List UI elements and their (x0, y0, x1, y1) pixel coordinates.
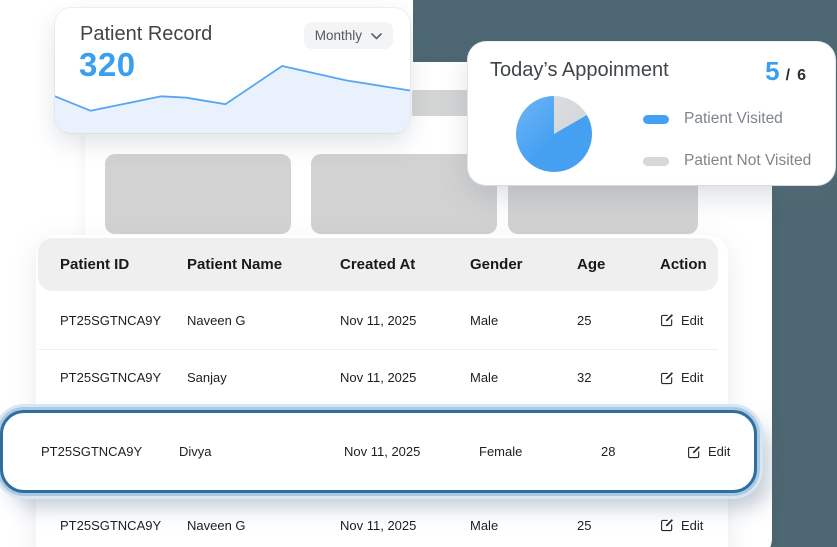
table-row[interactable]: PT25SGTNCA9Y Sanjay Nov 11, 2025 Male 32 Edi… (38, 349, 718, 405)
cell-patient-id: PT25SGTNCA9Y (60, 312, 162, 328)
edit-button[interactable]: Edit (660, 370, 703, 385)
cell-gender: Male (470, 312, 499, 328)
appointment-card: Today’s Appoinment 5 / 6 Patient Visited… (468, 42, 835, 185)
table-row-highlighted[interactable]: PT25SGTNCA9Y Divya Nov 11, 2025 Female 28 Ed… (0, 410, 757, 493)
edit-icon (661, 371, 673, 384)
placeholder-bar (412, 90, 468, 116)
cell-age: 32 (577, 370, 592, 385)
edit-button[interactable]: Edit (687, 444, 730, 459)
cell-patient-id: PT25SGTNCA9Y (41, 444, 143, 459)
cell-created-at: Nov 11, 2025 (344, 444, 421, 459)
cell-age: 25 (577, 517, 592, 533)
pie-legend: Patient Visited Patient Not Visited (643, 110, 811, 170)
column-header-patient-id: Patient ID (60, 256, 130, 273)
cell-created-at: Nov 11, 2025 (340, 517, 417, 533)
legend-label: Patient Visited (684, 110, 783, 127)
cell-age: 28 (601, 444, 616, 459)
patients-table: Patient ID Patient Name Created At Gende… (36, 235, 728, 547)
edit-label: Edit (681, 517, 704, 533)
dashboard-illustration: Patient Record 320 Monthly Today’s Appoi… (0, 0, 837, 547)
edit-label: Edit (708, 444, 731, 459)
placeholder-block (105, 154, 291, 234)
cell-gender: Male (470, 517, 499, 533)
period-select[interactable]: Monthly (303, 22, 393, 49)
cell-created-at: Nov 11, 2025 (340, 312, 417, 328)
cell-created-at: Nov 11, 2025 (340, 370, 417, 385)
patient-record-sparkline (55, 65, 410, 133)
legend-label: Patient Not Visited (684, 152, 812, 169)
cell-patient-id: PT25SGTNCA9Y (60, 517, 162, 533)
legend-item-not-visited: Patient Not Visited (643, 152, 811, 170)
column-header-action: Action (660, 256, 707, 273)
appointment-title: Today’s Appoinment (490, 59, 669, 81)
edit-icon (661, 519, 673, 532)
visited-count: 5 (765, 56, 780, 86)
cell-age: 25 (577, 312, 592, 328)
cell-patient-name: Naveen G (187, 312, 246, 328)
legend-swatch-not-visited (643, 156, 669, 166)
legend-item-visited: Patient Visited (643, 110, 811, 128)
edit-button[interactable]: Edit (660, 518, 703, 533)
column-header-gender: Gender (470, 256, 523, 273)
cell-patient-name: Naveen G (187, 517, 246, 533)
table-header: Patient ID Patient Name Created At Gende… (38, 238, 718, 291)
patient-record-card: Patient Record 320 Monthly (55, 8, 410, 133)
appointments-pie-chart (516, 96, 592, 172)
edit-icon (688, 445, 700, 458)
cell-patient-name: Divya (179, 444, 212, 459)
column-header-age: Age (577, 256, 606, 273)
edit-label: Edit (681, 370, 704, 385)
column-header-created-at: Created At (340, 256, 416, 273)
edit-label: Edit (681, 312, 704, 328)
cell-patient-name: Sanjay (187, 370, 227, 385)
edit-icon (661, 314, 673, 327)
column-header-patient-name: Patient Name (187, 256, 283, 273)
score-divider: / (785, 67, 792, 84)
patient-record-title: Patient Record (80, 23, 213, 45)
cell-gender: Female (479, 444, 523, 459)
appointment-score: 5 / 6 (765, 56, 807, 87)
total-count: 6 (797, 67, 807, 84)
table-row[interactable]: PT25SGTNCA9Y Naveen G Nov 11, 2025 Male 25 E… (38, 292, 718, 348)
period-select-value: Monthly (314, 28, 362, 43)
table-row[interactable]: PT25SGTNCA9Y Naveen G Nov 11, 2025 Male 25 E… (38, 497, 718, 547)
legend-swatch-visited (643, 114, 669, 124)
cell-gender: Male (470, 370, 499, 385)
chevron-down-icon (371, 28, 382, 43)
edit-button[interactable]: Edit (660, 313, 703, 328)
cell-patient-id: PT25SGTNCA9Y (60, 370, 162, 385)
